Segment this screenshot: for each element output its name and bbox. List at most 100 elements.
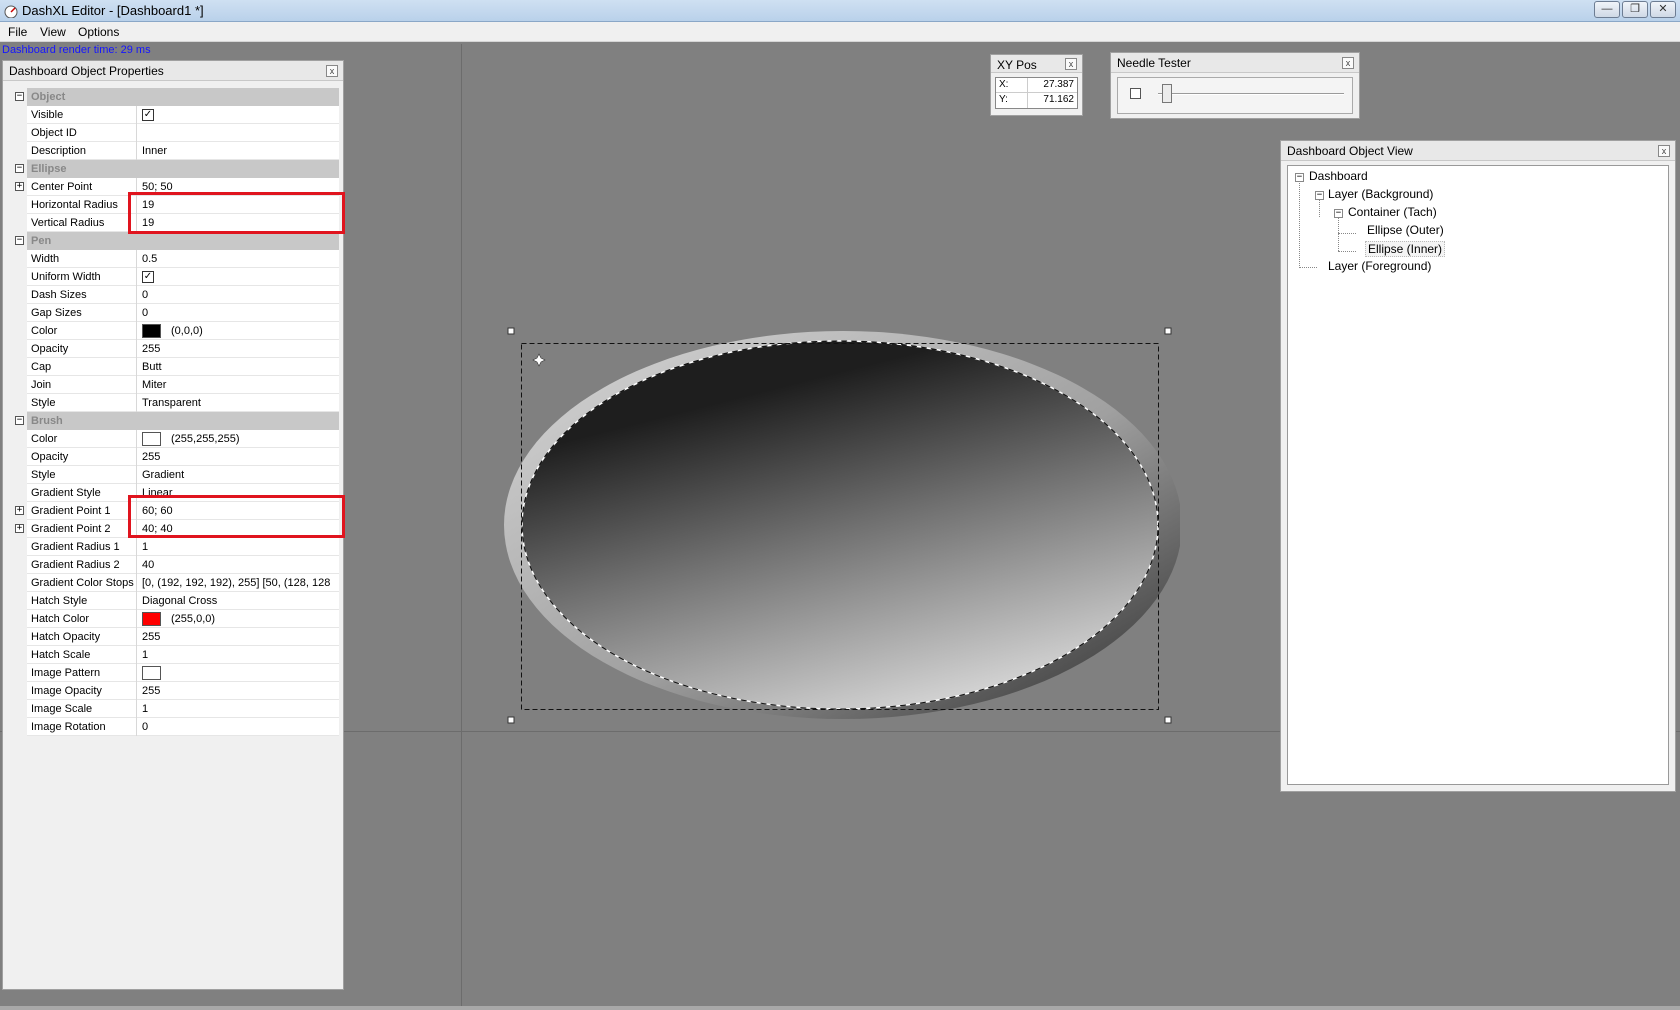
property-value[interactable]: (0,0,0) (171, 325, 203, 337)
property-row[interactable]: Hatch Color (255,0,0) (10, 610, 339, 628)
property-value[interactable]: 0 (142, 307, 338, 319)
property-row[interactable]: Uniform Width ✓ (10, 268, 339, 286)
property-value[interactable]: 0 (142, 721, 338, 733)
column-divider (136, 538, 137, 556)
property-value[interactable]: (255,255,255) (171, 433, 240, 445)
highlight-box-radius (128, 192, 345, 234)
property-checkbox[interactable]: ✓ (142, 271, 154, 283)
property-row[interactable]: Image Opacity 255 (10, 682, 339, 700)
restore-button[interactable]: ❐ (1622, 1, 1648, 18)
tree-collapse-icon[interactable]: − (1334, 209, 1343, 218)
property-row[interactable]: Image Scale 1 (10, 700, 339, 718)
property-value[interactable]: Transparent (142, 397, 338, 409)
property-row[interactable]: Visible ✓ (10, 106, 339, 124)
property-row[interactable]: Image Rotation 0 (10, 718, 339, 736)
property-row[interactable]: Color (0,0,0) (10, 322, 339, 340)
column-divider (136, 700, 137, 718)
tree-node-layer-background[interactable]: Layer (Background) (1328, 187, 1433, 201)
property-row[interactable]: Object ID (10, 124, 339, 142)
property-value[interactable]: 40 (142, 559, 338, 571)
needle-tester-close-icon[interactable]: x (1342, 57, 1354, 69)
property-row[interactable]: Hatch Style Diagonal Cross (10, 592, 339, 610)
property-name: Object ID (31, 127, 77, 139)
needle-enable-checkbox[interactable] (1130, 88, 1141, 99)
property-value[interactable]: Inner (142, 145, 338, 157)
collapse-icon[interactable]: − (15, 236, 24, 245)
property-value[interactable]: Butt (142, 361, 338, 373)
property-row[interactable]: Width 0.5 (10, 250, 339, 268)
property-row[interactable]: Hatch Opacity 255 (10, 628, 339, 646)
property-row[interactable]: Color (255,255,255) (10, 430, 339, 448)
properties-close-icon[interactable]: x (326, 65, 338, 77)
property-checkbox[interactable]: ✓ (142, 109, 154, 121)
property-value[interactable]: 255 (142, 685, 338, 697)
tree-node-layer-foreground[interactable]: Layer (Foreground) (1328, 259, 1431, 273)
selection-handle[interactable] (507, 716, 515, 724)
color-swatch[interactable] (142, 612, 161, 626)
property-row[interactable]: Opacity 255 (10, 448, 339, 466)
needle-slider-thumb[interactable] (1162, 84, 1172, 103)
property-value[interactable]: Gradient (142, 469, 338, 481)
collapse-icon[interactable]: − (15, 164, 24, 173)
tree-node-container-tach[interactable]: Container (Tach) (1348, 205, 1437, 219)
property-name: Cap (31, 361, 52, 373)
collapse-icon[interactable]: − (15, 92, 24, 101)
collapse-icon[interactable]: − (15, 416, 24, 425)
property-value[interactable]: 255 (142, 451, 338, 463)
property-row[interactable]: Gradient Radius 2 40 (10, 556, 339, 574)
menu-file[interactable]: File (8, 25, 27, 39)
tree-collapse-icon[interactable]: − (1315, 191, 1324, 200)
property-value[interactable]: 255 (142, 343, 338, 355)
needle-slider-track[interactable] (1158, 93, 1344, 95)
expand-icon[interactable]: + (15, 182, 24, 191)
selection-handle[interactable] (1164, 716, 1172, 724)
property-value[interactable]: Diagonal Cross (142, 595, 338, 607)
property-row[interactable]: Description Inner (10, 142, 339, 160)
property-row[interactable]: Opacity 255 (10, 340, 339, 358)
dashboard-canvas-drawing[interactable] (500, 325, 1180, 725)
property-row[interactable]: Hatch Scale 1 (10, 646, 339, 664)
ellipse-inner[interactable] (521, 340, 1159, 710)
menu-view[interactable]: View (40, 25, 66, 39)
selection-handle[interactable] (507, 327, 515, 335)
property-value[interactable]: 255 (142, 631, 338, 643)
close-button[interactable]: ✕ (1650, 1, 1676, 18)
tree-node-dashboard[interactable]: Dashboard (1309, 169, 1368, 183)
color-swatch[interactable] (142, 432, 161, 446)
property-value[interactable]: 1 (142, 703, 338, 715)
tree-node-ellipse-inner[interactable]: Ellipse (Inner) (1365, 241, 1446, 257)
property-row[interactable]: Cap Butt (10, 358, 339, 376)
row-gutter (10, 574, 27, 592)
column-divider (136, 646, 137, 664)
property-row[interactable]: Image Pattern (10, 664, 339, 682)
property-value[interactable]: Miter (142, 379, 338, 391)
column-divider (136, 358, 137, 376)
property-name: Horizontal Radius (31, 199, 118, 211)
color-swatch[interactable] (142, 324, 161, 338)
property-row[interactable]: Gradient Radius 1 1 (10, 538, 339, 556)
property-name: Join (31, 379, 52, 391)
selection-handle[interactable] (1164, 327, 1172, 335)
property-row[interactable]: Dash Sizes 0 (10, 286, 339, 304)
property-value[interactable]: [0, (192, 192, 192), 255] [50, (128, 128 (142, 577, 338, 589)
tree-node-ellipse-outer[interactable]: Ellipse (Outer) (1367, 223, 1444, 237)
tree-collapse-icon[interactable]: − (1295, 173, 1304, 182)
expand-icon[interactable]: + (15, 506, 24, 515)
expand-icon[interactable]: + (15, 524, 24, 533)
xy-pos-close-icon[interactable]: x (1065, 58, 1077, 70)
property-value[interactable]: 1 (142, 649, 338, 661)
property-value[interactable]: 0.5 (142, 253, 338, 265)
property-row[interactable]: Join Miter (10, 376, 339, 394)
property-row[interactable]: Style Transparent (10, 394, 339, 412)
property-value[interactable]: (255,0,0) (171, 613, 215, 625)
color-swatch[interactable] (142, 666, 161, 680)
property-value[interactable]: 1 (142, 541, 338, 553)
property-value[interactable]: 0 (142, 289, 338, 301)
property-row[interactable]: Style Gradient (10, 466, 339, 484)
menu-options[interactable]: Options (78, 25, 119, 39)
object-view-close-icon[interactable]: x (1658, 145, 1670, 157)
minimize-button[interactable]: — (1594, 1, 1620, 18)
property-row[interactable]: Gradient Color Stops [0, (192, 192, 192),… (10, 574, 339, 592)
property-row[interactable]: Gap Sizes 0 (10, 304, 339, 322)
property-category: − Pen (10, 232, 339, 250)
